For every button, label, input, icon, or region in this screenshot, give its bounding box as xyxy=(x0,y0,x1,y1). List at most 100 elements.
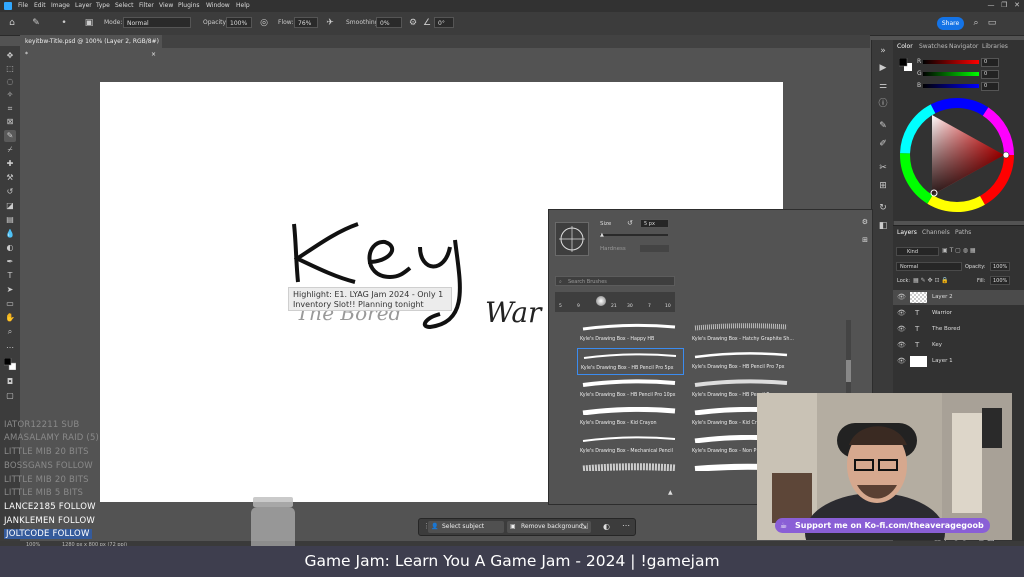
transform-icon[interactable]: ⇲ xyxy=(581,522,588,531)
brushes-panel-icon[interactable]: ✐ xyxy=(877,138,889,150)
blur-tool-icon[interactable]: 💧 xyxy=(4,228,16,240)
brush-item[interactable]: Kyle's Drawing Box - HB Pencil Pro 7px xyxy=(689,348,796,375)
tab-channels[interactable]: Channels xyxy=(922,229,950,236)
opacity-input[interactable]: 100% xyxy=(226,17,252,28)
visibility-eye-icon[interactable]: 👁 xyxy=(897,354,906,369)
visibility-eye-icon[interactable]: 👁 xyxy=(897,306,906,321)
gradient-tool-icon[interactable]: ▤ xyxy=(4,214,16,226)
angle-icon[interactable]: ∠ xyxy=(421,17,433,29)
properties-icon[interactable]: ⚌ xyxy=(877,80,889,92)
mode-select[interactable]: Normal xyxy=(123,17,191,28)
magic-wand-icon[interactable]: ✧ xyxy=(4,89,16,101)
marquee-tool-icon[interactable]: ⬚ xyxy=(4,63,16,75)
menu-view[interactable]: View xyxy=(159,2,173,9)
brush-item[interactable]: Kyle's Drawing Box - Mechanical Pencil xyxy=(577,432,684,459)
screen-mode-icon[interactable]: ▢ xyxy=(4,390,16,402)
recent-brush-1[interactable]: 5 xyxy=(559,304,562,309)
recent-brush-7[interactable]: 10 xyxy=(665,304,671,309)
home-icon[interactable]: ⌂ xyxy=(6,17,18,29)
brush-size-icon[interactable]: • xyxy=(58,17,70,29)
brush-item[interactable]: Kyle's Drawing Box - Hatchy Graphite Sh.… xyxy=(689,320,796,347)
layer-filter-kind[interactable]: Kind xyxy=(896,247,939,256)
visibility-eye-icon[interactable]: 👁 xyxy=(897,338,906,353)
menu-filter[interactable]: Filter xyxy=(139,2,154,9)
rectangle-tool-icon[interactable]: ▭ xyxy=(4,298,16,310)
size-input[interactable]: 5 px xyxy=(640,219,669,228)
swatch-panel-icon[interactable]: ◧ xyxy=(877,220,889,232)
r-slider[interactable] xyxy=(923,60,979,64)
tab-libraries[interactable]: Libraries xyxy=(982,43,1008,50)
more-options-icon[interactable]: ⋯ xyxy=(622,521,630,530)
layers-opacity-input[interactable]: 100% xyxy=(990,262,1010,271)
recent-brush-2[interactable]: 9 xyxy=(577,304,580,309)
eyedropper-icon[interactable]: ⌿ xyxy=(4,144,16,156)
tab-swatches[interactable]: Swatches xyxy=(919,43,948,50)
color-swatch-icon[interactable] xyxy=(3,357,17,371)
recent-brush-soft[interactable] xyxy=(596,296,606,306)
panel-resize-handle-icon[interactable]: ▲ xyxy=(668,489,673,496)
frame-tool-icon[interactable]: ⊠ xyxy=(4,116,16,128)
reset-size-icon[interactable]: ↺ xyxy=(627,219,633,227)
menu-help[interactable]: Help xyxy=(236,2,250,9)
b-slider[interactable] xyxy=(923,84,979,88)
crop-tool-icon[interactable]: ⌗ xyxy=(4,103,16,115)
maximize-icon[interactable]: ❐ xyxy=(1001,1,1007,9)
brush-tool-icon[interactable]: ✎ xyxy=(30,17,42,29)
fill-input[interactable]: 100% xyxy=(990,276,1010,285)
brush-settings-panel-icon[interactable]: ✎ xyxy=(877,120,889,132)
minimize-icon[interactable]: — xyxy=(987,1,994,9)
select-subject-button[interactable]: 👤 Select subject xyxy=(428,521,504,533)
brush-item[interactable] xyxy=(577,460,684,487)
brush-angle-preview[interactable] xyxy=(555,222,589,256)
layer-row-key[interactable]: 👁 T Key xyxy=(893,338,1024,353)
tab-layers[interactable]: Layers xyxy=(897,229,917,236)
collapse-icon[interactable]: » xyxy=(877,45,889,57)
move-tool-icon[interactable]: ✥ xyxy=(4,50,16,62)
visibility-eye-icon[interactable]: 👁 xyxy=(897,322,906,337)
brush-item[interactable]: Kyle's Drawing Box - Kid Crayon xyxy=(577,404,684,431)
lock-icons[interactable]: ▦ ✎ ✥ ⊡ 🔒 xyxy=(913,277,949,284)
size-slider[interactable]: ▲ xyxy=(600,232,668,238)
menu-file[interactable]: File xyxy=(18,2,28,9)
layer-filter-icons[interactable]: ▣ T ▢ ◍ ▦ xyxy=(942,247,976,254)
g-value[interactable]: 0 xyxy=(981,70,999,79)
search-icon[interactable]: ⌕ xyxy=(970,17,982,29)
info-icon[interactable]: ⓘ xyxy=(877,98,889,110)
hand-tool-icon[interactable]: ✋ xyxy=(4,312,16,324)
layer-row-warrior[interactable]: 👁 T Warrior xyxy=(893,306,1024,321)
menu-edit[interactable]: Edit xyxy=(34,2,46,9)
menu-select[interactable]: Select xyxy=(115,2,134,9)
brush-item-selected[interactable]: Kyle's Drawing Box - HB Pencil Pro 5px xyxy=(577,348,684,375)
blend-mode-select[interactable]: Normal xyxy=(896,262,962,271)
workspace-icon[interactable]: ▭ xyxy=(986,17,998,29)
tab-color[interactable]: Color xyxy=(897,43,913,50)
close-window-icon[interactable]: ✕ xyxy=(1014,1,1020,9)
flow-input[interactable]: 76% xyxy=(294,17,318,28)
foreground-background-swatch[interactable] xyxy=(898,57,912,71)
share-button[interactable]: Share xyxy=(937,17,964,30)
recent-brush-5[interactable]: 30 xyxy=(627,304,633,309)
brush-panel-gear-icon[interactable]: ⚙ xyxy=(862,218,868,226)
angle-input[interactable]: 0° xyxy=(434,17,454,28)
menu-type[interactable]: Type xyxy=(96,2,110,9)
new-preset-icon[interactable]: ⊞ xyxy=(862,236,868,244)
tab-navigator[interactable]: Navigator xyxy=(949,43,978,50)
tab-paths[interactable]: Paths xyxy=(955,229,971,236)
path-select-icon[interactable]: ➤ xyxy=(4,284,16,296)
layer-row-the-bored[interactable]: 👁 T The Bored xyxy=(893,322,1024,337)
tools-panel-icon[interactable]: ✂ xyxy=(877,162,889,174)
quick-mask-icon[interactable]: ◘ xyxy=(4,376,16,388)
r-value[interactable]: 0 xyxy=(981,58,999,67)
eraser-icon[interactable]: ◪ xyxy=(4,200,16,212)
visibility-eye-icon[interactable]: 👁 xyxy=(897,290,906,305)
clone-stamp-icon[interactable]: ⚒ xyxy=(4,172,16,184)
zoom-tool-icon[interactable]: ⌕ xyxy=(4,326,16,338)
document-tab[interactable]: keyitbw-Title.psd @ 100% (Layer 2, RGB/8… xyxy=(20,35,162,58)
g-slider[interactable] xyxy=(923,72,979,76)
brush-settings-icon[interactable]: ▣ xyxy=(83,17,95,29)
menu-plugins[interactable]: Plugins xyxy=(178,2,200,9)
menu-layer[interactable]: Layer xyxy=(75,2,92,9)
more-tools-icon[interactable]: ⋯ xyxy=(4,342,16,354)
color-wheel[interactable] xyxy=(899,97,1019,217)
dodge-tool-icon[interactable]: ◐ xyxy=(4,242,16,254)
